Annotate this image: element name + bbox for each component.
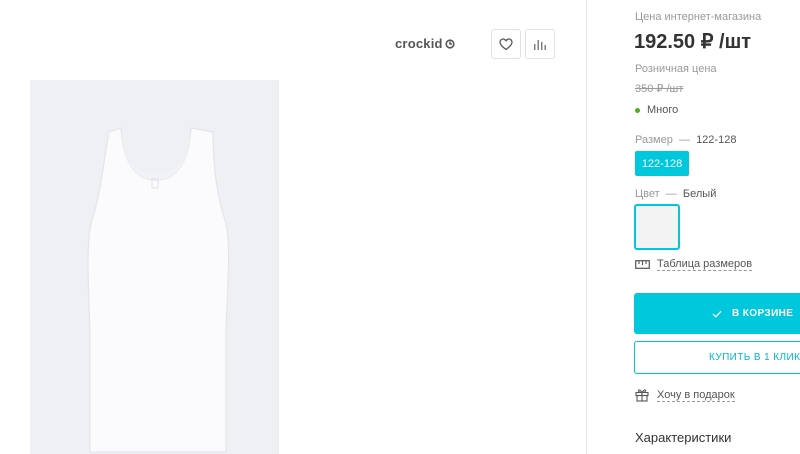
product-photo[interactable] <box>30 80 279 454</box>
size-dash: — <box>678 134 690 146</box>
stock-status: Много <box>635 104 678 116</box>
online-price: 192.50 ₽ /шт <box>634 31 752 53</box>
size-option-122-128[interactable]: 122-128 <box>635 151 689 176</box>
compare-button[interactable] <box>525 29 555 59</box>
check-icon <box>712 310 722 318</box>
color-swatch-white[interactable] <box>634 204 680 250</box>
white-tank-top-image <box>87 127 230 453</box>
gift-wish-link-text[interactable]: Хочу в подарок <box>657 389 735 402</box>
size-value: 122-128 <box>696 134 737 146</box>
ruler-icon <box>635 260 650 269</box>
gift-wish-link[interactable]: Хочу в подарок <box>635 388 735 402</box>
swatch-fill <box>639 209 675 245</box>
online-price-caption: Цена интернет-магазина <box>635 11 762 23</box>
retail-price-caption: Розничная цена <box>635 63 717 75</box>
bar-chart-icon <box>534 40 546 50</box>
color-label: Цвет <box>635 188 660 200</box>
color-value: Белый <box>682 188 717 200</box>
buy-one-click-button[interactable]: КУПИТЬ В 1 КЛИК <box>634 341 800 374</box>
specs-heading[interactable]: Характеристики <box>635 430 731 445</box>
in-cart-button[interactable]: В КОРЗИНЕ <box>634 293 800 334</box>
heart-icon <box>499 37 513 50</box>
size-table-link[interactable]: Таблица размеров <box>635 258 753 271</box>
favorite-button[interactable] <box>491 29 521 59</box>
brand-logo[interactable]: crockid <box>395 36 455 51</box>
product-gallery: crockid <box>0 0 587 454</box>
stock-status-text: Много <box>647 104 679 116</box>
purchase-panel: Цена интернет-магазина 192.50 ₽ /шт Розн… <box>588 0 800 454</box>
retail-price: 350 ₽ /шт <box>635 83 684 95</box>
brand-name: crockid <box>395 36 443 51</box>
buy-one-click-label: КУПИТЬ В 1 КЛИК <box>709 352 800 363</box>
color-dash: — <box>665 188 677 200</box>
size-table-link-text[interactable]: Таблица размеров <box>657 258 753 271</box>
in-cart-button-label: В КОРЗИНЕ <box>732 308 794 319</box>
size-row: Размер — 122-128 <box>635 134 736 146</box>
brand-mark-icon <box>445 38 455 49</box>
stock-dot-icon <box>635 107 640 113</box>
gift-icon <box>635 389 649 402</box>
color-row: Цвет — Белый <box>635 188 716 200</box>
size-label: Размер <box>635 134 673 146</box>
